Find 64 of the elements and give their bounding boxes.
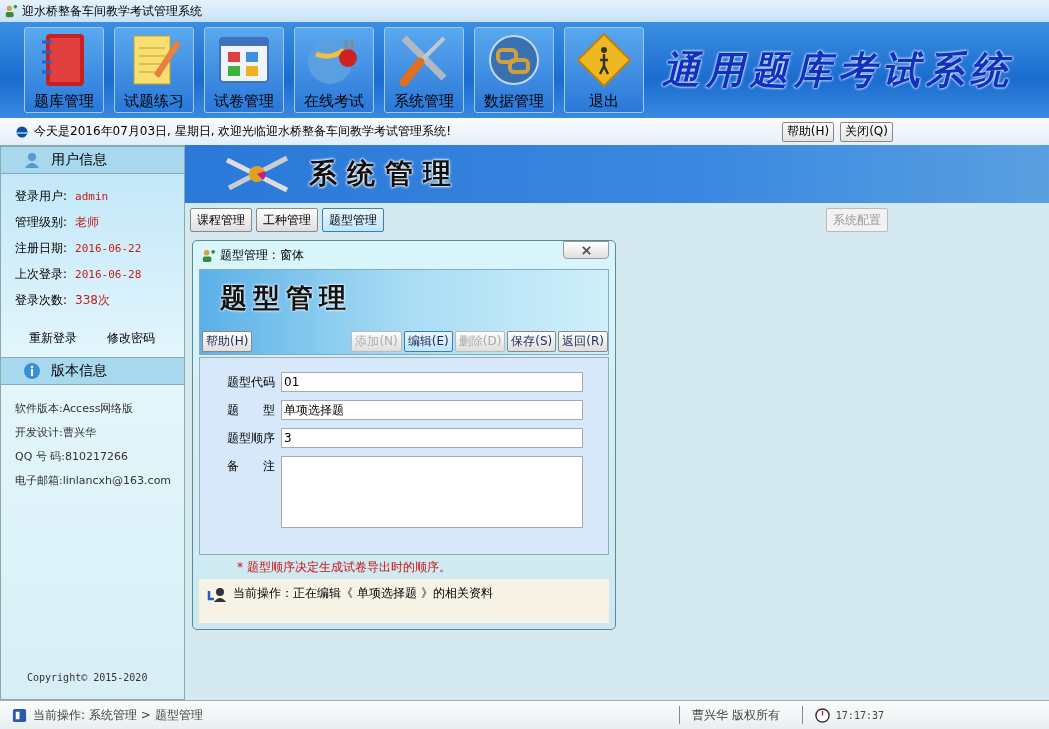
status-text: 当前操作：正在编辑《 单项选择题 》的相关资料	[233, 585, 493, 602]
status-copyright: 曹兴华 版权所有	[692, 706, 781, 724]
field-label: 备 注	[227, 458, 276, 475]
person-arrow-icon	[207, 585, 227, 603]
toolbar-button[interactable]: 系统管理	[384, 27, 464, 113]
field-value: 2016-06-22	[75, 241, 142, 255]
tab[interactable]: 题型管理	[322, 208, 384, 232]
sidebar-link[interactable]: 重新登录	[29, 330, 77, 347]
globe-icon	[16, 125, 28, 138]
field-value: 338次	[75, 291, 110, 309]
header-title: 题型管理	[219, 281, 353, 315]
field-label: 登录次数:	[15, 291, 68, 309]
close-icon	[580, 244, 592, 256]
window-title: 迎水桥整备车间教学考试管理系统	[22, 2, 202, 20]
dialog-title: 题型管理 : 窗体	[220, 246, 304, 264]
field-label: 题 型	[227, 402, 276, 419]
app-icon	[12, 707, 27, 723]
field-value: 老师	[75, 213, 100, 231]
field-label: 题型代码	[227, 374, 276, 391]
toolbar-button[interactable]: 返回(R)	[558, 331, 608, 352]
help-button[interactable]: 帮助(H)	[202, 331, 253, 352]
input-field[interactable]: 3	[281, 428, 583, 448]
toolbar-button[interactable]: 题库管理	[24, 27, 104, 113]
toolbar-button[interactable]: 退出	[564, 27, 644, 113]
version-line: QQ 号 码:810217266	[15, 449, 129, 464]
input-field[interactable]: 单项选择题	[281, 400, 583, 420]
field-label: 注册日期:	[15, 239, 68, 257]
info-bar-button[interactable]: 关闭(Q)	[840, 121, 893, 142]
close-button[interactable]	[563, 241, 609, 259]
input-field[interactable]: 01	[281, 372, 583, 392]
section-title: 用户信息	[51, 151, 107, 169]
field-label: 题型顺序	[227, 430, 276, 447]
note-text: * 题型顺序决定生成试卷导出时的顺序。	[236, 559, 452, 576]
toolbar-button[interactable]: 在线考试	[294, 27, 374, 113]
field-label: 登录用户:	[15, 187, 68, 205]
app-icon	[4, 4, 18, 18]
sidebar-link[interactable]: 修改密码	[107, 330, 155, 347]
banner-title: 系统管理	[309, 156, 461, 192]
toolbar-button[interactable]: 试卷管理	[204, 27, 284, 113]
status-time: 17:17:37	[835, 709, 884, 721]
info-icon	[23, 362, 41, 380]
info-bar-button[interactable]: 帮助(H)	[781, 121, 835, 142]
toolbar-button[interactable]: 数据管理	[474, 27, 554, 113]
toolbar-button[interactable]: 编辑(E)	[403, 331, 453, 352]
welcome-message: 今天是2016年07月03日, 星期日, 欢迎光临迎水桥整备车间教学考试管理系统!	[34, 123, 453, 140]
field-value: 2016-06-28	[75, 267, 142, 281]
section-title: 版本信息	[51, 362, 107, 380]
field-label: 上次登录:	[15, 265, 68, 283]
toolbar-button[interactable]: 试题练习	[114, 27, 194, 113]
version-line: 开发设计:曹兴华	[15, 425, 97, 440]
version-line: 软件版本:Access网络版	[15, 401, 135, 416]
field-value: admin	[75, 189, 109, 203]
user-add-icon	[201, 247, 216, 263]
status-operation: 当前操作: 系统管理 > 题型管理	[33, 706, 203, 724]
clock-icon	[814, 707, 830, 723]
tab[interactable]: 工种管理	[256, 208, 318, 232]
version-line: 电子邮箱:linlancxh@163.com	[15, 473, 173, 488]
user-icon	[23, 151, 41, 169]
field-label: 管理级别:	[15, 213, 68, 231]
app-title: 通用题库考试系统	[662, 45, 1014, 94]
toolbar-button[interactable]: 保存(S)	[507, 331, 557, 352]
copyright: Copyright© 2015-2020	[26, 672, 149, 685]
remarks-field[interactable]	[281, 456, 583, 528]
tab[interactable]: 课程管理	[190, 208, 252, 232]
